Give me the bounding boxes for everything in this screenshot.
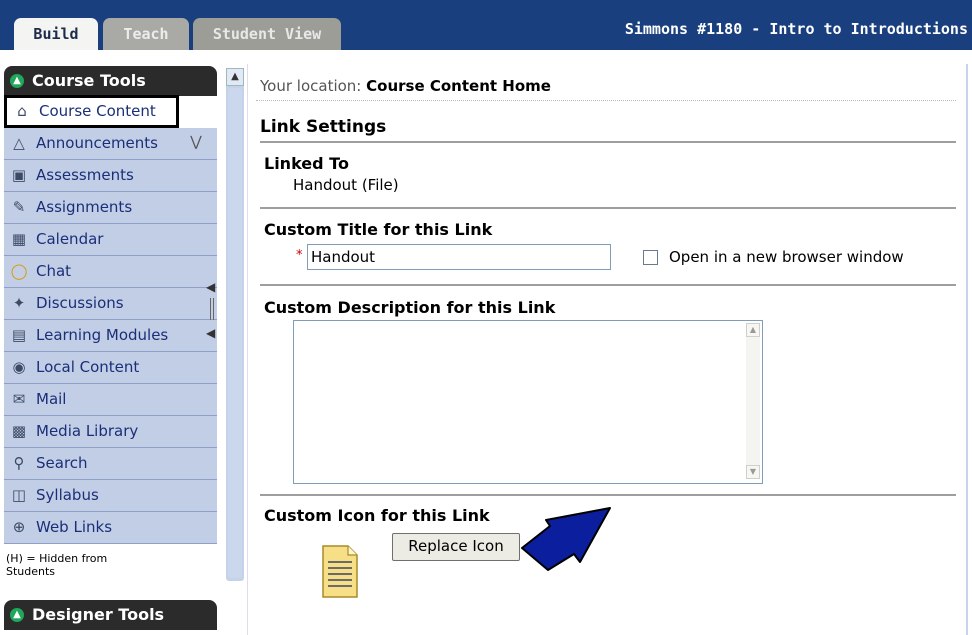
sidebar-item-label: Calendar [36, 230, 104, 248]
collapse-left-icon[interactable]: ◀ [206, 326, 215, 340]
sidebar-item-learning-modules[interactable]: ▤ Learning Modules [4, 320, 217, 352]
hidden-note: (H) = Hidden from Students [6, 552, 108, 578]
chevron-down-icon[interactable]: ⋁ [186, 132, 206, 152]
search-icon: ⚲ [13, 454, 25, 472]
sidebar-item-label: Mail [36, 390, 67, 408]
syllabus-icon: ◫ [11, 486, 27, 504]
sidebar-item-mail[interactable]: ✉ Mail [4, 384, 217, 416]
collapse-left-icon[interactable]: ◀ [206, 280, 215, 294]
collapse-icon[interactable]: ▲ [10, 74, 24, 88]
pointer-arrow-icon [521, 507, 611, 571]
chat-icon: ◯ [10, 262, 28, 280]
location-label: Your location: [260, 77, 362, 95]
custom-icon-heading: Custom Icon for this Link [264, 506, 490, 525]
textarea-scrollbar[interactable]: ▲ ▼ [746, 323, 760, 479]
custom-description-textarea[interactable]: ▲ ▼ [293, 320, 763, 484]
sidebar-item-label: Discussions [36, 294, 124, 312]
sidebar-item-calendar[interactable]: ▦ Calendar [4, 224, 217, 256]
required-marker: * [296, 248, 303, 263]
splitter-grip [210, 298, 214, 320]
assignment-icon: ✎ [12, 198, 26, 216]
course-title: Simmons #1180 - Intro to Introductions [624, 20, 968, 38]
module-icon: ▤ [11, 326, 27, 344]
sidebar-item-label: Learning Modules [36, 326, 169, 344]
house-icon: ⌂ [17, 102, 27, 120]
top-bar: Build Teach Student View Simmons #1180 -… [0, 0, 972, 50]
sidebar-item-label: Announcements [36, 134, 158, 152]
divider [260, 494, 956, 496]
sidebar-item-label: Web Links [36, 518, 113, 536]
new-window-checkbox[interactable] [643, 250, 658, 265]
tab-student-view[interactable]: Student View [193, 18, 341, 50]
sidebar-item-assessments[interactable]: ▣ Assessments [4, 160, 217, 192]
divider [260, 207, 956, 209]
divider [260, 284, 956, 286]
sidebar-item-label: Search [36, 454, 88, 472]
sidebar: ▲ Course Tools ⌂ Course Content △ Announ… [0, 50, 222, 635]
designer-tools-title: Designer Tools [32, 605, 165, 624]
mail-icon: ✉ [12, 390, 26, 408]
sidebar-item-local-content[interactable]: ◉ Local Content [4, 352, 217, 384]
panel-splitter[interactable]: ◀ ◀ [206, 280, 220, 350]
sidebar-scroll-thumb[interactable] [228, 88, 242, 578]
linked-to-heading: Linked To [264, 154, 349, 173]
custom-title-input[interactable]: Handout [307, 244, 611, 270]
sidebar-item-label: Assessments [36, 166, 134, 184]
sidebar-item-label: Chat [36, 262, 72, 280]
divider [256, 100, 956, 101]
course-tools-title: Course Tools [32, 71, 146, 90]
sidebar-item-label: Course Content [39, 102, 156, 120]
scroll-up-icon[interactable]: ▲ [746, 323, 760, 337]
globe-icon: ⊕ [12, 518, 26, 536]
sidebar-item-assignments[interactable]: ✎ Assignments [4, 192, 217, 224]
custom-description-heading: Custom Description for this Link [264, 298, 556, 317]
sidebar-item-syllabus[interactable]: ◫ Syllabus [4, 480, 217, 512]
sidebar-item-label: Assignments [36, 198, 133, 216]
content-scrollbar[interactable] [966, 64, 968, 635]
calendar-icon: ▦ [11, 230, 27, 248]
linked-to-value: Handout (File) [293, 176, 399, 194]
scroll-up-icon[interactable]: ▲ [226, 68, 244, 86]
location-value[interactable]: Course Content Home [366, 77, 551, 95]
sidebar-item-label: Media Library [36, 422, 139, 440]
replace-icon-button[interactable]: Replace Icon [392, 533, 520, 561]
megaphone-icon: △ [13, 134, 25, 152]
breadcrumb: Your location: Course Content Home [260, 77, 551, 95]
document-icon [322, 545, 358, 598]
course-tools-list: ⌂ Course Content △ Announcements ▣ Asses… [4, 95, 217, 544]
sidebar-item-media-library[interactable]: ▩ Media Library [4, 416, 217, 448]
sidebar-item-label: Local Content [36, 358, 140, 376]
media-icon: ▩ [11, 422, 27, 440]
course-tools-header[interactable]: ▲ Course Tools [4, 66, 217, 96]
sidebar-item-web-links[interactable]: ⊕ Web Links [4, 512, 217, 544]
scroll-down-icon[interactable]: ▼ [746, 465, 760, 479]
tab-teach[interactable]: Teach [103, 18, 189, 50]
custom-title-heading: Custom Title for this Link [264, 220, 493, 239]
sidebar-item-discussions[interactable]: ✦ Discussions [4, 288, 217, 320]
assessment-icon: ▣ [11, 166, 27, 184]
collapse-icon[interactable]: ▲ [10, 608, 24, 622]
new-window-label: Open in a new browser window [669, 248, 904, 266]
page-title: Link Settings [260, 117, 387, 137]
designer-tools-header[interactable]: ▲ Designer Tools [4, 600, 217, 630]
sidebar-item-search[interactable]: ⚲ Search [4, 448, 217, 480]
divider [247, 64, 248, 635]
main-content: Your location: Course Content Home Link … [256, 64, 956, 635]
sidebar-item-label: Syllabus [36, 486, 99, 504]
sidebar-item-course-content[interactable]: ⌂ Course Content [4, 95, 179, 128]
disc-icon: ◉ [12, 358, 26, 376]
divider [260, 141, 956, 143]
pin-icon: ✦ [12, 294, 26, 312]
tab-build[interactable]: Build [14, 18, 98, 50]
sidebar-item-chat[interactable]: ◯ Chat [4, 256, 217, 288]
